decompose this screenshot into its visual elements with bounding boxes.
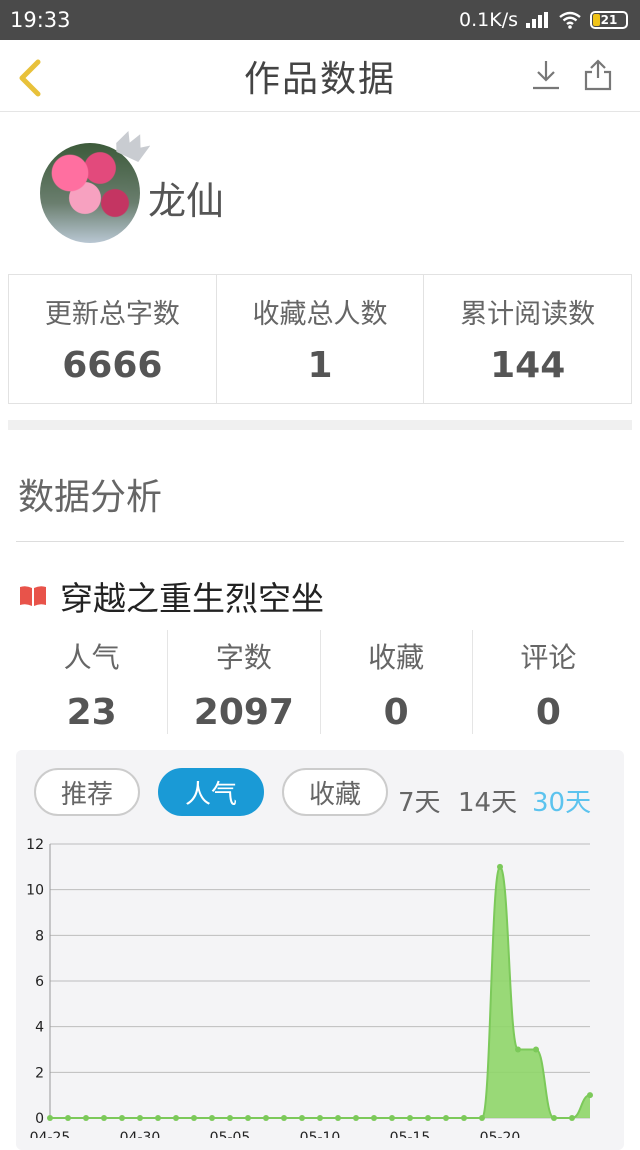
- x-tick-label: 05-10: [300, 1130, 341, 1138]
- data-point: [173, 1115, 179, 1121]
- tab-popularity[interactable]: 人气: [158, 768, 264, 816]
- range-7d[interactable]: 7天: [398, 782, 441, 819]
- stat-label: 评论: [520, 641, 577, 674]
- book-stat-popularity: 人气 23: [16, 630, 169, 734]
- y-tick-label: 10: [26, 883, 44, 899]
- stat-label: 人气: [63, 641, 120, 674]
- stat-value: 144: [490, 345, 566, 386]
- x-tick-label: 05-20: [480, 1130, 521, 1138]
- stat-label: 累计阅读数: [460, 299, 596, 330]
- x-tick-label: 04-30: [120, 1130, 161, 1138]
- book-heading[interactable]: 穿越之重生烈空坐: [18, 572, 324, 620]
- data-point: [587, 1092, 593, 1099]
- book-title: 穿越之重生烈空坐: [60, 579, 324, 618]
- stat-value: 2097: [193, 692, 294, 733]
- data-point: [65, 1115, 71, 1121]
- network-speed: 0.1K/s: [459, 9, 518, 31]
- x-tick-label: 05-15: [390, 1130, 431, 1138]
- status-right: 0.1K/s 21: [459, 9, 628, 31]
- data-point: [407, 1115, 413, 1121]
- battery-level: 21: [600, 13, 618, 27]
- page-title: 作品数据: [243, 58, 396, 100]
- data-point: [209, 1115, 215, 1121]
- popularity-chart: 0 2 4 6 8 10 12 04-25 04-30 05-05 05-10 05-15 05-20: [26, 837, 593, 1138]
- x-tick-label: 04-25: [30, 1130, 71, 1138]
- tab-favorites[interactable]: 收藏: [282, 768, 388, 816]
- range-30d[interactable]: 30天: [532, 782, 591, 819]
- data-point: [155, 1115, 161, 1121]
- data-point: [83, 1115, 89, 1121]
- data-point: [119, 1115, 125, 1121]
- book-stats: 人气 23 字数 2097 收藏 0 评论 0: [16, 630, 624, 734]
- username: 龙仙: [148, 179, 225, 223]
- x-tick-label: 05-05: [210, 1130, 251, 1138]
- data-point: [263, 1115, 269, 1121]
- stat-value: 6666: [62, 345, 163, 386]
- book-icon: [20, 586, 46, 606]
- stat-value: 0: [383, 692, 409, 733]
- back-icon[interactable]: [14, 58, 46, 98]
- data-point: [461, 1115, 467, 1121]
- book-stat-words: 字数 2097: [168, 630, 321, 734]
- data-point: [371, 1115, 377, 1121]
- stat-label: 字数: [215, 641, 272, 674]
- data-point: [497, 863, 503, 870]
- total-stat-favorites: 收藏总人数 1: [217, 275, 425, 403]
- data-point: [335, 1115, 341, 1121]
- book-stat-comments: 评论 0: [473, 630, 624, 734]
- y-tick-label: 8: [35, 928, 44, 944]
- stat-value: 0: [535, 692, 561, 733]
- y-tick-label: 0: [35, 1111, 44, 1127]
- data-point: [515, 1046, 521, 1053]
- analysis-title: 数据分析: [18, 477, 163, 518]
- status-time: 19:33: [10, 8, 71, 32]
- data-point: [389, 1115, 395, 1121]
- data-point: [425, 1115, 431, 1121]
- crown-icon: [116, 130, 150, 163]
- y-tick-label: 12: [26, 837, 44, 853]
- range-14d[interactable]: 14天: [458, 782, 517, 819]
- data-point: [443, 1115, 449, 1121]
- data-point: [317, 1115, 323, 1121]
- data-point: [245, 1115, 251, 1121]
- signal-icon: [526, 12, 550, 28]
- data-point: [551, 1115, 557, 1121]
- data-point: [227, 1115, 233, 1121]
- data-point: [191, 1115, 197, 1121]
- data-point: [47, 1115, 53, 1121]
- total-stat-reads: 累计阅读数 144: [424, 275, 631, 403]
- app-header: 作品数据: [0, 40, 640, 112]
- data-point: [353, 1115, 359, 1121]
- data-point: [137, 1115, 143, 1121]
- total-stat-words: 更新总字数 6666: [9, 275, 217, 403]
- series-area: [50, 866, 590, 1118]
- stat-label: 更新总字数: [44, 299, 180, 330]
- divider: [8, 420, 632, 430]
- status-bar: 19:33 0.1K/s 21: [0, 0, 640, 40]
- stat-value: 1: [307, 345, 333, 386]
- wifi-icon: [559, 11, 581, 29]
- data-point: [101, 1115, 107, 1121]
- y-tick-label: 6: [35, 974, 44, 990]
- totals-panel: 更新总字数 6666 收藏总人数 1 累计阅读数 144: [8, 274, 632, 404]
- data-point: [569, 1115, 575, 1121]
- divider: [16, 541, 624, 542]
- book-stat-favorites: 收藏 0: [321, 630, 473, 734]
- y-tick-label: 4: [35, 1020, 44, 1036]
- data-point: [479, 1115, 485, 1121]
- stat-value: 23: [66, 692, 117, 733]
- data-point: [299, 1115, 305, 1121]
- share-icon[interactable]: [582, 58, 614, 92]
- y-tick-label: 2: [35, 1065, 44, 1081]
- stat-label: 收藏总人数: [252, 299, 388, 330]
- tab-recommend[interactable]: 推荐: [34, 768, 140, 816]
- download-icon[interactable]: [530, 58, 562, 92]
- stat-label: 收藏: [368, 641, 425, 674]
- data-point: [281, 1115, 287, 1121]
- data-point: [533, 1046, 539, 1053]
- battery-icon: 21: [590, 11, 628, 29]
